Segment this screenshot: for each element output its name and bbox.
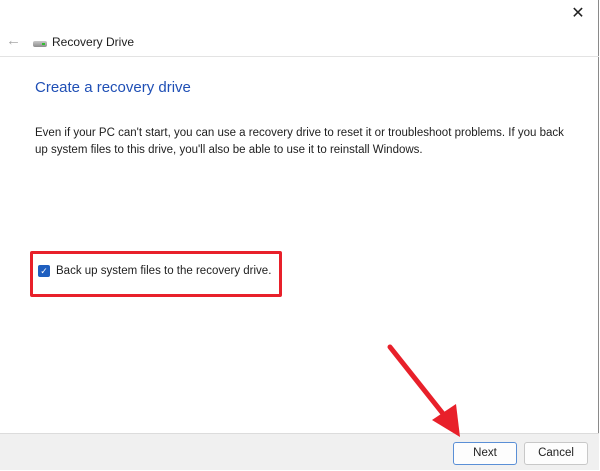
back-arrow-icon[interactable]: ←: [6, 32, 21, 49]
close-icon: ✕: [571, 5, 585, 22]
page-title: Create a recovery drive: [35, 79, 191, 96]
checkbox-checked-icon[interactable]: ✓: [38, 265, 50, 277]
footer-bar: Next Cancel: [0, 433, 599, 470]
cancel-button[interactable]: Cancel: [524, 442, 588, 465]
navigation-bar: ← Recovery Drive: [0, 28, 599, 57]
recovery-drive-window: ✕ ← Recovery Drive Create a recovery dri…: [0, 0, 599, 470]
backup-system-files-checkbox[interactable]: ✓ Back up system files to the recovery d…: [38, 265, 271, 277]
window-title: Recovery Drive: [52, 35, 135, 49]
description-text: Even if your PC can't start, you can use…: [35, 127, 564, 156]
close-button[interactable]: ✕: [564, 2, 592, 26]
checkbox-label: Back up system files to the recovery dri…: [56, 265, 272, 277]
drive-icon: [33, 41, 47, 47]
next-button[interactable]: Next: [453, 442, 517, 465]
